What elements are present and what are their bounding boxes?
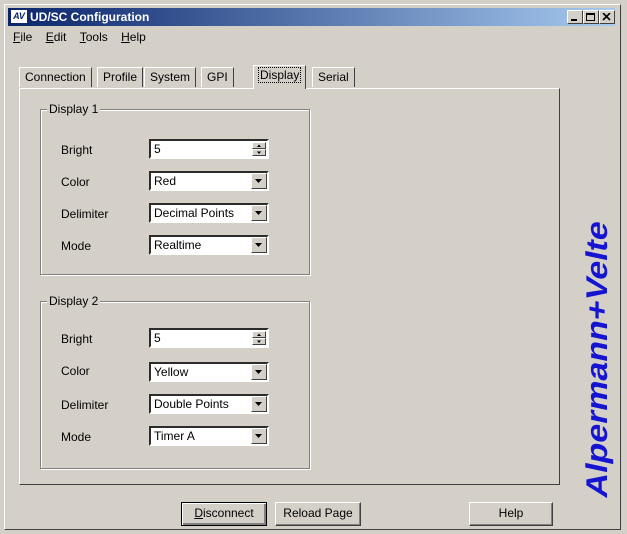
tab-connection[interactable]: Connection [19,67,92,87]
tab-gpi[interactable]: GPI [201,67,234,87]
display1-delimiter-label: Delimiter [61,207,109,221]
display2-color-label: Color [61,364,90,378]
display-tab-panel: Display 1 Bright 5 Color Red Delimiter D… [19,88,560,485]
chevron-down-icon[interactable] [251,428,267,444]
tab-profile[interactable]: Profile [97,67,144,87]
display2-bright-value: 5 [154,331,161,345]
display1-bright-value: 5 [154,142,161,156]
chevron-down-icon[interactable] [251,396,267,412]
display1-color-value: Red [154,174,177,188]
spin-down-icon[interactable] [252,338,266,345]
display2-color-dropdown[interactable]: Yellow [149,362,269,382]
display1-bright-spinner[interactable]: 5 [149,139,269,159]
display2-mode-label: Mode [61,430,92,444]
display1-title: Display 1 [47,102,101,116]
menu-file[interactable]: File [8,27,37,47]
menu-edit[interactable]: Edit [41,27,72,47]
display1-delimiter-value: Decimal Points [154,206,235,220]
display2-bright-spinner[interactable]: 5 [149,328,269,348]
display2-bright-label: Bright [61,332,93,346]
minimize-icon [571,19,577,21]
menu-help[interactable]: Help [116,27,151,47]
disconnect-button[interactable]: Disconnect [181,502,267,526]
brand-logo-text: Alpermann+Velte [581,218,614,501]
chevron-down-icon[interactable] [251,237,267,253]
display2-color-value: Yellow [154,365,189,379]
display2-title: Display 2 [47,294,101,308]
help-button[interactable]: Help [469,502,553,526]
spin-up-icon[interactable] [252,331,266,338]
tab-system[interactable]: System [144,67,197,87]
display1-mode-label: Mode [61,239,92,253]
menu-bar: File Edit Tools Help [8,27,615,47]
app-icon: AV [11,10,27,23]
display1-mode-dropdown[interactable]: Realtime [149,235,269,255]
display2-delimiter-label: Delimiter [61,398,109,412]
brand-text: Alpermann+Velte [581,219,614,500]
chevron-down-icon[interactable] [251,173,267,189]
display1-group: Display 1 Bright 5 Color Red Delimiter D… [40,102,310,275]
display2-group: Display 2 Bright 5 Color Yellow Delimite… [40,294,310,469]
spin-down-icon[interactable] [252,149,266,156]
display1-delimiter-dropdown[interactable]: Decimal Points [149,203,269,223]
reload-page-button[interactable]: Reload Page [275,502,361,526]
display2-mode-dropdown[interactable]: Timer A [149,426,269,446]
display2-mode-value: Timer A [154,429,195,443]
tab-serial[interactable]: Serial [312,67,355,87]
display1-mode-value: Realtime [154,238,202,252]
display1-color-label: Color [61,175,90,189]
chevron-down-icon[interactable] [251,364,267,380]
minimize-button[interactable] [567,10,583,24]
brand-logo: Alpermann+Velte [575,218,619,501]
close-icon [602,13,611,21]
app-window: AV UD/SC Configuration File Edit Tools H… [4,4,621,530]
menu-tools[interactable]: Tools [75,27,113,47]
maximize-icon [586,13,595,21]
display2-delimiter-value: Double Points [154,397,229,411]
spin-up-icon[interactable] [252,142,266,149]
title-bar[interactable]: AV UD/SC Configuration [8,8,615,26]
display2-delimiter-dropdown[interactable]: Double Points [149,394,269,414]
maximize-button[interactable] [583,10,599,24]
close-button[interactable] [599,10,615,24]
display1-bright-label: Bright [61,143,93,157]
window-title: UD/SC Configuration [30,10,150,24]
tab-display[interactable]: Display [253,65,307,89]
chevron-down-icon[interactable] [251,205,267,221]
display1-color-dropdown[interactable]: Red [149,171,269,191]
